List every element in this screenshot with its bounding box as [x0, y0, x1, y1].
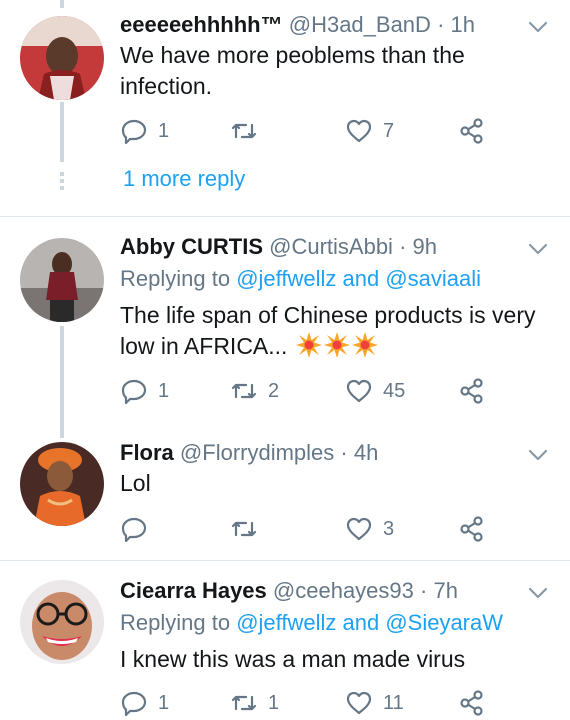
avatar[interactable] [20, 580, 104, 664]
retweet-button[interactable] [230, 514, 268, 544]
reply-icon [121, 691, 147, 717]
thread-dots [60, 172, 64, 193]
avatar-image [20, 238, 104, 322]
reply-count: 1 [158, 119, 170, 142]
like-count: 3 [383, 517, 395, 540]
retweet-count: 2 [268, 379, 280, 402]
tweet-text: We have more peoblems than the infection… [120, 42, 465, 99]
user-handle[interactable]: @CurtisAbbi [269, 234, 393, 259]
reply-button[interactable]: 1 [120, 688, 169, 718]
tweet-actions: 3 [120, 514, 500, 544]
retweet-count: 1 [268, 691, 280, 714]
user-handle[interactable]: @ceehayes93 [273, 578, 414, 603]
thread-connector [60, 102, 64, 162]
share-button[interactable] [458, 688, 486, 718]
display-name[interactable]: Ciearra Hayes [120, 578, 267, 603]
tweet-header: eeeeeehhhhh™ @H3ad_BanD · 1h [120, 10, 475, 40]
retweet-icon [231, 521, 257, 537]
like-button[interactable]: 11 [345, 688, 404, 718]
avatar[interactable] [20, 238, 104, 322]
share-icon [460, 378, 483, 404]
divider [0, 560, 570, 561]
display-name[interactable]: Abby CURTIS [120, 234, 263, 259]
user-handle[interactable]: @H3ad_BanD [289, 12, 431, 37]
like-button[interactable]: 7 [345, 116, 394, 146]
chevron-down-icon[interactable] [528, 448, 548, 462]
retweet-icon [231, 123, 257, 139]
tweet-header: Ciearra Hayes @ceehayes93 · 7h [120, 576, 458, 606]
like-button[interactable]: 45 [345, 376, 405, 406]
replying-to-mentions[interactable]: @jeffwellz and @SieyaraW [236, 610, 503, 635]
tweet-actions: 1 7 [120, 116, 500, 146]
tweet-actions: 1 2 45 [120, 376, 500, 406]
avatar[interactable] [20, 16, 104, 100]
avatar[interactable] [20, 442, 104, 526]
retweet-icon [231, 695, 257, 711]
retweet-button[interactable]: 2 [230, 376, 279, 406]
avatar-image [20, 442, 104, 526]
tweet-header: Flora @Florrydimples · 4h [120, 438, 378, 468]
reply-icon [121, 517, 147, 543]
heart-icon [346, 379, 372, 403]
timestamp[interactable]: · 9h [399, 234, 437, 259]
reply-button[interactable]: 1 [120, 116, 169, 146]
chevron-down-icon[interactable] [528, 242, 548, 256]
reply-count: 1 [158, 691, 170, 714]
share-button[interactable] [458, 116, 486, 146]
tweet-1[interactable]: eeeeeehhhhh™ @H3ad_BanD · 1h We have mor… [0, 10, 570, 210]
tweet-text: The life span of Chinese products is ver… [120, 300, 550, 362]
share-icon [460, 690, 483, 716]
avatar-image [20, 16, 104, 100]
timestamp[interactable]: · 7h [420, 578, 458, 603]
like-count: 7 [383, 119, 395, 142]
retweet-icon [231, 383, 257, 399]
divider [0, 216, 570, 217]
timestamp[interactable]: · 4h [340, 440, 378, 465]
like-count: 45 [383, 379, 406, 402]
reply-button[interactable] [120, 514, 158, 544]
replying-to: Replying to @jeffwellz and @SieyaraW [120, 608, 503, 638]
display-name[interactable]: eeeeeehhhhh™ [120, 12, 283, 37]
share-icon [460, 516, 483, 542]
replying-to: Replying to @jeffwellz and @saviaali [120, 264, 481, 294]
thread-connector [60, 0, 64, 8]
tweet-header: Abby CURTIS @CurtisAbbi · 9h [120, 232, 437, 262]
reply-count: 1 [158, 379, 170, 402]
heart-icon [346, 119, 372, 143]
replying-to-label: Replying to [120, 610, 231, 635]
tweet-actions: 1 1 11 [120, 688, 500, 718]
avatar-image [20, 580, 104, 664]
thread-connector [60, 326, 64, 438]
share-icon [460, 118, 483, 144]
heart-icon [346, 517, 372, 541]
tweet-2[interactable]: Abby CURTIS @CurtisAbbi · 9h Replying to… [0, 232, 570, 422]
tweet-text: Lol [120, 470, 151, 496]
replying-to-label: Replying to [120, 266, 231, 291]
tweet-text: I knew this was a man made virus [120, 646, 466, 672]
timestamp[interactable]: · 1h [437, 12, 475, 37]
replying-to-mentions[interactable]: @jeffwellz and @saviaali [236, 266, 481, 291]
heart-icon [346, 691, 372, 715]
retweet-button[interactable]: 1 [230, 688, 279, 718]
reply-button[interactable]: 1 [120, 376, 169, 406]
like-button[interactable]: 3 [345, 514, 394, 544]
retweet-button[interactable] [230, 116, 268, 146]
reply-icon [121, 379, 147, 405]
share-button[interactable] [458, 376, 486, 406]
collision-emoji-icon [294, 332, 378, 359]
display-name[interactable]: Flora [120, 440, 174, 465]
tweet-3[interactable]: Flora @Florrydimples · 4h Lol 3 [0, 438, 570, 558]
like-count: 11 [383, 691, 404, 714]
more-replies-link[interactable]: 1 more reply [123, 166, 245, 192]
tweet-4[interactable]: Ciearra Hayes @ceehayes93 · 7h Replying … [0, 576, 570, 720]
share-button[interactable] [458, 514, 486, 544]
chevron-down-icon[interactable] [528, 20, 548, 34]
user-handle[interactable]: @Florrydimples [180, 440, 334, 465]
reply-icon [121, 119, 147, 145]
chevron-down-icon[interactable] [528, 586, 548, 600]
